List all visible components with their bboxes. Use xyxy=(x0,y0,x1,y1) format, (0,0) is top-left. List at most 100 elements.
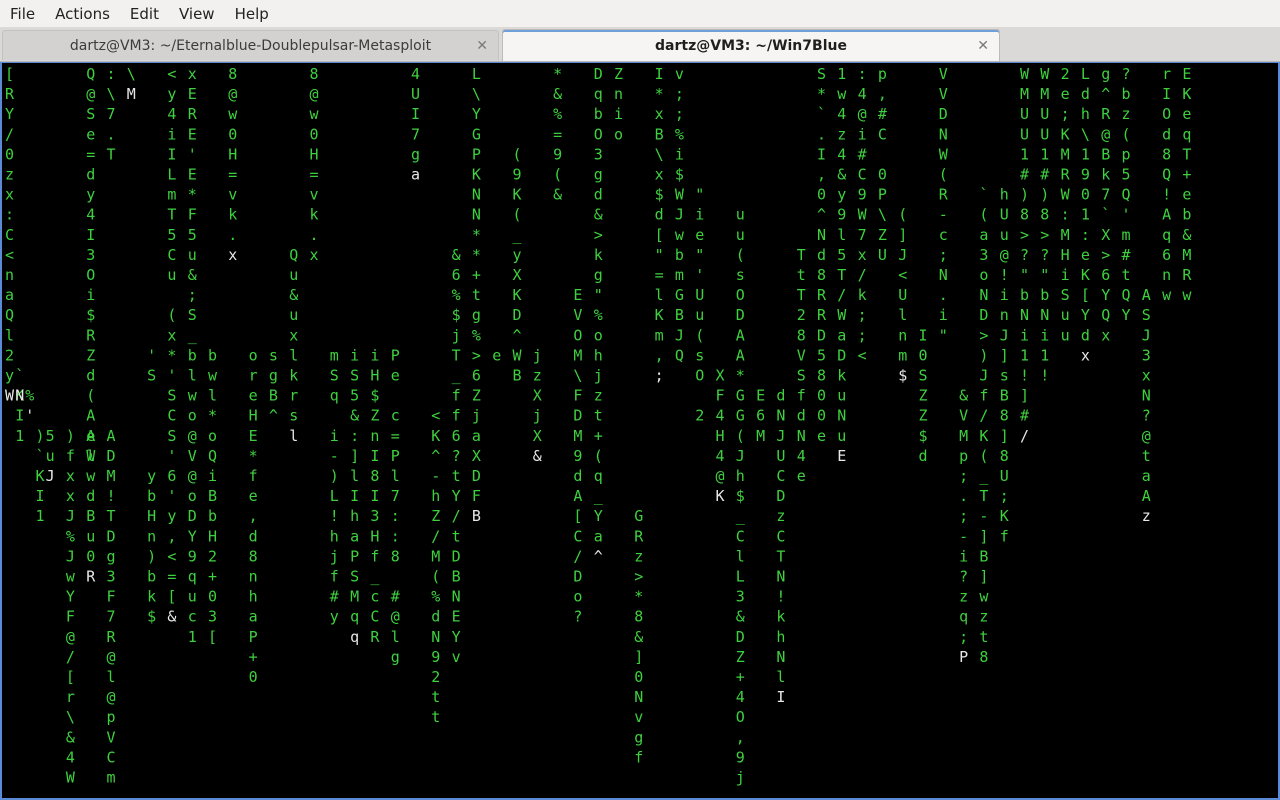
matrix-glyph: W xyxy=(513,346,523,364)
matrix-glyph: d xyxy=(919,447,928,465)
matrix-glyph: : xyxy=(5,206,14,224)
matrix-glyph: D xyxy=(573,407,582,425)
matrix-glyph: ] xyxy=(1000,427,1009,445)
matrix-glyph: o xyxy=(208,427,217,445)
matrix-glyph: ; xyxy=(1061,105,1070,123)
matrix-glyph: i xyxy=(330,427,339,445)
matrix-glyph: U xyxy=(1000,206,1009,224)
matrix-glyph: # xyxy=(391,588,400,606)
matrix-glyph: d xyxy=(431,608,440,626)
matrix-glyph: x xyxy=(66,467,75,485)
matrix-glyph: l xyxy=(776,668,785,686)
matrix-glyph: e xyxy=(86,125,95,143)
matrix-glyph: G xyxy=(736,407,745,425)
matrix-glyph: B xyxy=(452,568,461,586)
matrix-glyph: Q xyxy=(86,65,95,83)
matrix-glyph: j xyxy=(533,407,542,425)
menu-actions[interactable]: Actions xyxy=(45,0,120,28)
matrix-glyph: t xyxy=(797,266,806,284)
matrix-glyph: K xyxy=(979,427,988,445)
matrix-glyph: 2 xyxy=(1061,65,1070,83)
matrix-glyph: / xyxy=(431,527,440,545)
close-icon[interactable]: ✕ xyxy=(977,39,989,53)
matrix-glyph: F xyxy=(66,608,75,626)
matrix-glyph: f xyxy=(452,407,461,425)
matrix-glyph: N xyxy=(472,186,481,204)
matrix-glyph: . xyxy=(939,286,948,304)
matrix-glyph: s xyxy=(269,346,278,364)
matrix-glyph: K xyxy=(513,186,522,204)
matrix-glyph: t xyxy=(1122,266,1131,284)
matrix-glyph: U xyxy=(1040,125,1049,143)
menu-view[interactable]: View xyxy=(169,0,225,28)
matrix-glyph: 2 xyxy=(695,407,704,425)
matrix-glyph: S xyxy=(330,367,339,385)
matrix-glyph: N xyxy=(939,266,948,284)
menu-edit[interactable]: Edit xyxy=(120,0,169,28)
matrix-glyph: " xyxy=(1020,266,1029,284)
matrix-glyph: H xyxy=(310,145,319,163)
matrix-rain-canvas: [RY/0zx:C<naQl2yW KI1N`%')`KI15uJ)fxxJ%Jw… xyxy=(5,65,1192,787)
matrix-glyph: h xyxy=(594,346,603,364)
matrix-glyph: M xyxy=(107,467,116,485)
matrix-glyph: & xyxy=(736,608,745,626)
matrix-glyph: N xyxy=(431,628,440,646)
matrix-glyph: d xyxy=(86,367,95,385)
matrix-glyph: * xyxy=(736,367,745,385)
tab-eternalblue[interactable]: dartz@VM3: ~/Eternalblue-Doublepulsar-Me… xyxy=(2,30,499,60)
matrix-glyph: 0 xyxy=(208,588,217,606)
matrix-glyph: z xyxy=(1122,105,1131,123)
matrix-glyph: j xyxy=(594,367,603,385)
matrix-glyph: 4 xyxy=(716,447,725,465)
matrix-glyph: o xyxy=(188,487,197,505)
matrix-glyph: a xyxy=(411,166,420,184)
matrix-glyph: C xyxy=(776,467,785,485)
matrix-glyph: 7 xyxy=(391,487,400,505)
matrix-glyph: g xyxy=(1101,65,1110,83)
matrix-glyph: n xyxy=(1000,306,1009,324)
matrix-glyph: C xyxy=(370,608,379,626)
matrix-glyph: 4 xyxy=(716,407,725,425)
matrix-glyph: u xyxy=(188,246,197,264)
matrix-glyph: I xyxy=(86,226,95,244)
matrix-glyph: 9 xyxy=(837,206,846,224)
matrix-glyph: 5 xyxy=(167,226,176,244)
matrix-glyph: Q xyxy=(208,447,217,465)
matrix-glyph: 6 xyxy=(472,367,481,385)
matrix-glyph: t xyxy=(472,286,481,304)
matrix-glyph: B xyxy=(208,487,217,505)
matrix-glyph: ; xyxy=(959,507,968,525)
matrix-glyph: 9 xyxy=(573,447,582,465)
matrix-glyph: J xyxy=(736,447,745,465)
matrix-glyph: o xyxy=(979,266,988,284)
matrix-glyph: r xyxy=(289,387,298,405)
menu-help[interactable]: Help xyxy=(225,0,279,28)
close-icon[interactable]: ✕ xyxy=(476,39,488,53)
matrix-glyph: i xyxy=(695,206,704,224)
matrix-glyph: 2 xyxy=(431,668,440,686)
matrix-glyph: x xyxy=(167,326,176,344)
matrix-glyph: K xyxy=(716,487,725,505)
matrix-glyph: ' xyxy=(167,447,176,465)
matrix-glyph: $ xyxy=(898,367,907,385)
matrix-glyph: l xyxy=(350,467,359,485)
matrix-glyph: & xyxy=(634,628,643,646)
matrix-glyph: K xyxy=(655,306,664,324)
matrix-glyph: k xyxy=(594,246,603,264)
matrix-glyph: g xyxy=(269,367,278,385)
matrix-glyph: 8 xyxy=(817,266,826,284)
matrix-glyph: ^ xyxy=(431,447,440,465)
matrix-glyph: u xyxy=(695,306,704,324)
menu-file[interactable]: File xyxy=(0,0,45,28)
terminal-view[interactable]: [R Y/0 z x: C < n a Ql 2 y W K I 1 N `% ') ` K I 1 5 u J) f x x J% Jw… xyxy=(0,62,1280,800)
matrix-glyph: ] xyxy=(634,648,643,666)
matrix-glyph: l xyxy=(289,427,298,445)
tab-win7blue[interactable]: dartz@VM3: ~/Win7Blue ✕ xyxy=(502,29,1000,61)
matrix-glyph: b xyxy=(594,105,603,123)
matrix-glyph: ( xyxy=(513,206,522,224)
matrix-glyph: o xyxy=(573,588,582,606)
matrix-glyph: ] xyxy=(350,447,359,465)
matrix-glyph: N xyxy=(452,588,461,606)
matrix-glyph: n xyxy=(5,266,14,284)
matrix-glyph: * xyxy=(817,85,826,103)
